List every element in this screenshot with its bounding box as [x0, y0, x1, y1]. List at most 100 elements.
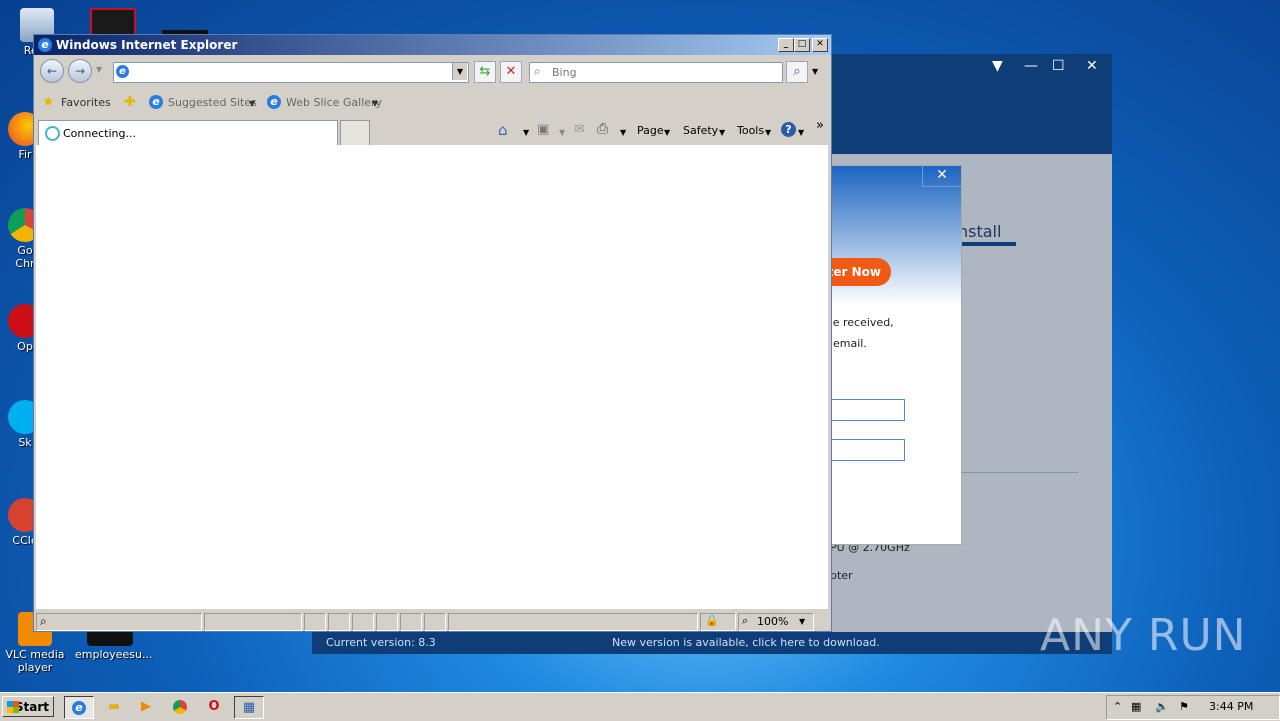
chevron-down-icon[interactable]: ▼ — [559, 128, 565, 137]
favorites-bar: ★ Favorites ✚ e Suggested Sites ▼ e Web … — [34, 91, 831, 115]
taskbar: Start e ▬ ▶ O ▦ ⌃ ▦ 🔈 ⚑ 3:44 PM — [0, 692, 1280, 721]
print-icon[interactable]: ⎙ — [597, 121, 608, 137]
adapter-spec-text: pter — [830, 569, 853, 582]
chevron-down-icon[interactable]: ▼ — [799, 617, 805, 626]
dialog-close-icon[interactable]: ✕ — [922, 166, 961, 187]
status-segment — [328, 613, 350, 631]
status-bar: ⌕ 🔒 ⌕ 100% ▼ — [34, 611, 831, 631]
update-link[interactable]: New version is available, click here to … — [612, 636, 880, 649]
app-icon: ▦ — [242, 700, 256, 715]
search-button[interactable]: ⌕ — [786, 61, 808, 83]
maximize-icon[interactable]: ☐ — [1052, 58, 1065, 74]
install-tab[interactable]: nstall — [958, 222, 1001, 241]
address-dropdown-icon[interactable]: ▼ — [452, 63, 467, 80]
network-icon[interactable]: ▦ — [1131, 700, 1141, 713]
taskbar-app[interactable]: ▦ — [234, 696, 264, 719]
taskbar-opera[interactable]: O — [200, 696, 228, 717]
chevron-down-icon[interactable]: ▼ — [523, 128, 529, 137]
email-field[interactable] — [831, 439, 905, 461]
clock[interactable]: 3:44 PM — [1209, 700, 1253, 713]
name-field[interactable] — [831, 399, 905, 421]
search-options-icon[interactable]: ▼ — [812, 67, 818, 76]
chevron-down-icon[interactable]: ▼ — [765, 128, 771, 137]
tab-connecting[interactable]: Connecting... — [38, 120, 338, 145]
taskbar-chrome[interactable] — [166, 696, 194, 717]
history-dropdown-icon[interactable]: ▼ — [96, 65, 102, 74]
progress-area — [204, 613, 302, 631]
minimize-icon[interactable]: — — [1024, 58, 1038, 74]
ie-logo-icon: e — [38, 38, 52, 52]
ie-window: e Windows Internet Explorer _ □ ✕ ← → ▼ … — [33, 34, 832, 632]
chrome-icon — [173, 699, 187, 714]
start-label: Start — [14, 700, 49, 714]
address-bar[interactable]: e — [113, 62, 469, 83]
safety-menu[interactable]: Safety — [683, 124, 718, 137]
page-menu[interactable]: Page — [637, 124, 664, 137]
chevron-down-icon[interactable]: ▼ — [719, 128, 725, 137]
action-center-flag-icon[interactable]: ⚑ — [1179, 700, 1189, 713]
suggested-sites-icon: e — [149, 95, 163, 109]
forward-button[interactable]: → — [68, 59, 92, 83]
volume-icon[interactable]: 🔈 — [1155, 700, 1169, 713]
command-bar: Connecting... ⌂ ▼ ▣ ▼ ✉ ⎙ ▼ Page ▼ Safet… — [34, 118, 831, 145]
web-slice-icon: e — [267, 95, 281, 109]
new-tab-button[interactable] — [340, 120, 370, 145]
taskbar-explorer[interactable]: ▬ — [100, 696, 128, 717]
chevron-down-icon[interactable]: ▼ — [798, 128, 804, 137]
more-commands-icon[interactable]: » — [816, 118, 824, 133]
favorites-star-icon: ★ — [42, 94, 55, 110]
chevron-down-icon[interactable]: ▼ — [664, 128, 670, 137]
status-segment — [400, 613, 422, 631]
close-icon[interactable]: ✕ — [1086, 58, 1098, 74]
taskbar-media-player[interactable]: ▶ — [132, 696, 160, 717]
minimize-button[interactable]: _ — [778, 38, 794, 52]
web-slice-gallery-link[interactable]: Web Slice Gallery — [286, 96, 382, 109]
opera-icon: O — [208, 699, 220, 714]
window-title: Windows Internet Explorer — [56, 38, 238, 52]
system-tray: ⌃ ▦ 🔈 ⚑ 3:44 PM — [1106, 695, 1280, 720]
mail-icon[interactable]: ✉ — [574, 122, 585, 137]
back-button[interactable]: ← — [40, 59, 64, 83]
search-box[interactable]: ⌕ Bing — [529, 62, 783, 83]
anyrun-watermark: ANY RUN — [1040, 610, 1247, 661]
zoom-level: 100% — [757, 615, 789, 628]
suggested-sites-link[interactable]: Suggested Sites — [168, 96, 257, 109]
status-segment — [424, 613, 446, 631]
tray-expand-icon[interactable]: ⌃ — [1113, 700, 1122, 713]
favorites-button[interactable]: Favorites — [61, 96, 111, 109]
chevron-down-icon[interactable]: ▼ — [620, 128, 626, 137]
start-button[interactable]: Start — [2, 696, 54, 717]
search-input[interactable]: Bing — [552, 66, 577, 79]
chevron-down-icon[interactable]: ▼ — [372, 99, 378, 108]
zoom-control[interactable]: ⌕ 100% ▼ — [738, 613, 814, 631]
home-icon[interactable]: ⌂ — [498, 121, 508, 139]
taskbar-ie[interactable]: e — [64, 696, 94, 719]
media-player-icon: ▶ — [141, 699, 151, 714]
close-button[interactable]: ✕ — [812, 38, 828, 52]
status-segment — [376, 613, 398, 631]
feeds-icon[interactable]: ▣ — [537, 122, 549, 137]
folder-icon: ▬ — [107, 699, 121, 714]
chevron-down-icon[interactable]: ▼ — [249, 99, 255, 108]
ie-icon: e — [72, 701, 86, 715]
maximize-button[interactable]: □ — [794, 38, 810, 52]
protected-mode-area[interactable]: 🔒 — [700, 613, 736, 631]
page-content-area[interactable] — [36, 145, 828, 609]
divider — [952, 472, 1078, 473]
help-icon[interactable]: ? — [781, 122, 796, 137]
add-favorites-icon[interactable]: ✚ — [124, 94, 136, 110]
status-segment — [352, 613, 374, 631]
tab-title: Connecting... — [63, 127, 136, 140]
lock-icon: 🔒 — [705, 614, 719, 627]
desktop-icon-label: Fir — [18, 148, 32, 161]
tools-menu[interactable]: Tools — [737, 124, 764, 137]
stop-button[interactable]: ✕ — [500, 61, 522, 83]
status-segment — [448, 613, 698, 631]
chevron-down-icon[interactable]: ▼ — [992, 58, 1003, 74]
ie-titlebar[interactable]: e Windows Internet Explorer _ □ ✕ — [34, 35, 831, 55]
windows-logo-icon — [7, 701, 19, 713]
search-icon: ⌕ — [40, 614, 47, 628]
desktop-icon-label: Sk — [18, 436, 32, 449]
status-segment — [304, 613, 326, 631]
refresh-button[interactable]: ⇆ — [474, 61, 496, 83]
